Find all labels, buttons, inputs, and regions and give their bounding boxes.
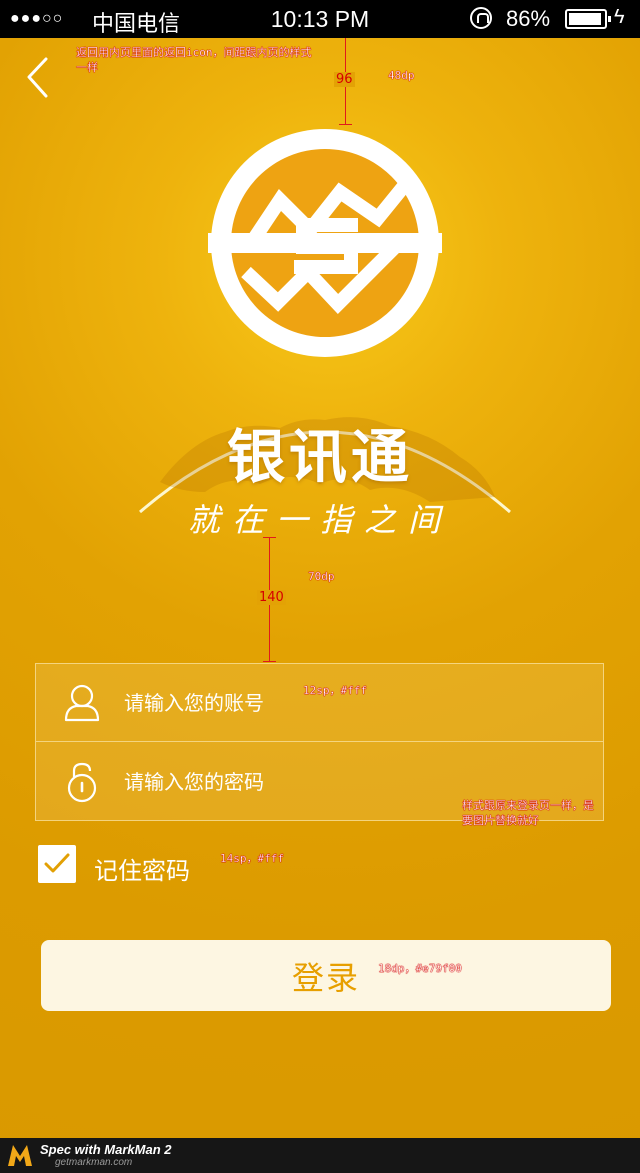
brand-slogan: 就在一指之间 xyxy=(187,501,452,539)
markman-logo-icon xyxy=(8,1145,32,1166)
spacing-top-px: 96 xyxy=(334,72,355,87)
spacing-top-dp: 48dp xyxy=(388,69,415,82)
brand-logo xyxy=(208,129,442,357)
back-note: 返回用内页里面的返回icon，间距跟内页的样式一样 xyxy=(76,46,312,74)
markman-footer: Spec with MarkMan 2 getmarkman.com xyxy=(0,1138,640,1173)
login-font-note: 18dp，#e79f00 xyxy=(378,962,462,975)
form-style-note: 样式跟原来登录页一样，是要图片替换就好 xyxy=(462,799,594,827)
lock-icon xyxy=(67,762,97,803)
account-input[interactable] xyxy=(124,664,584,742)
charging-icon: ϟ xyxy=(614,6,625,28)
checkmark-icon xyxy=(44,853,70,873)
brand-title: 银讯通 xyxy=(226,423,413,491)
back-button[interactable] xyxy=(22,55,62,100)
login-button[interactable]: 登录 xyxy=(41,940,611,1011)
spacing-line-form-cap-top xyxy=(263,537,276,538)
spacing-line-top-cap xyxy=(339,124,352,125)
spacing-line-form-cap-bottom xyxy=(263,661,276,662)
input-font-note: 12sp，#fff xyxy=(303,684,367,697)
markman-url: getmarkman.com xyxy=(55,1157,133,1168)
battery-icon xyxy=(565,9,611,29)
spacing-form-px: 140 xyxy=(257,590,286,605)
remember-label: 记住密码 xyxy=(94,857,190,885)
account-row xyxy=(36,664,603,742)
markman-brand: Spec with MarkMan 2 xyxy=(40,1142,172,1157)
remember-checkbox[interactable] xyxy=(38,845,76,883)
rotation-lock-icon xyxy=(470,7,492,29)
remember-font-note: 14sp，#fff xyxy=(220,852,284,865)
chevron-left-icon xyxy=(27,57,48,98)
login-screen: ●●●○○ 中国电信 10:13 PM 86% ϟ 银讯通 就在一指之间 请输入… xyxy=(0,0,640,1173)
user-icon xyxy=(64,684,100,722)
status-bar: ●●●○○ 中国电信 10:13 PM 86% ϟ xyxy=(0,0,640,38)
battery-percent: 86% xyxy=(506,6,551,31)
spacing-form-dp: 70dp xyxy=(308,570,335,583)
